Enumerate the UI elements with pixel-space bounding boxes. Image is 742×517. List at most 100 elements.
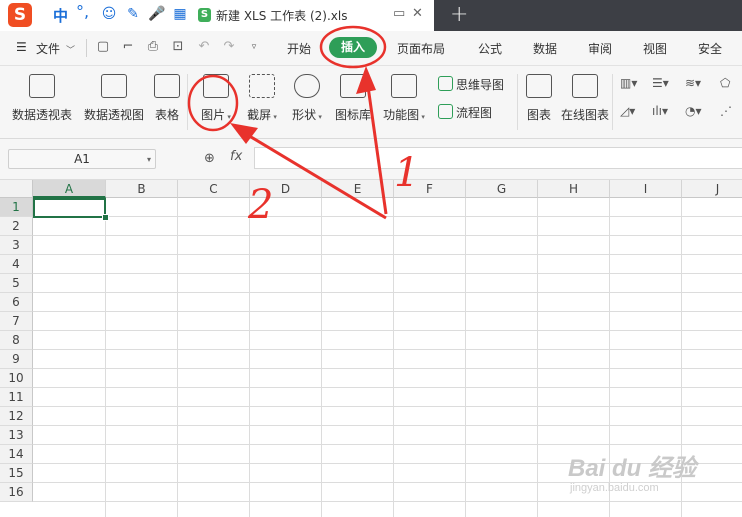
tab-data[interactable]: 数据 [533,40,557,57]
tab-formulas[interactable]: 公式 [478,40,502,57]
gridline-horizontal [33,273,742,274]
chart-button[interactable]: 图表 [524,74,554,134]
gridline-horizontal [33,444,742,445]
gridline-horizontal [33,292,742,293]
print-icon[interactable]: ⎙ [146,40,160,54]
document-tab[interactable]: S 新建 XLS 工作表 (2).xls ▭ ✕ [194,0,434,31]
gridline-horizontal [33,216,742,217]
row-header-2[interactable]: 2 [0,217,33,236]
format-painter-icon[interactable]: ⌐ [121,40,135,54]
fill-handle[interactable] [102,214,109,221]
row-header-15[interactable]: 15 [0,464,33,483]
gridline-vertical [249,198,250,517]
shape-icon [294,74,320,98]
row-header-5[interactable]: 5 [0,274,33,293]
column-chart-icon[interactable]: ▥▾ [620,76,637,90]
online-chart-icon [572,74,598,98]
tab-insert[interactable]: 插入 [329,37,377,58]
formula-bar: A1 ▾ ⊕ fx [0,139,742,180]
ribbon: 数据透视表 数据透视图 表格 图片 ▾ 截屏 ▾ 形状 ▾ 图标库 功能图 ▾ … [0,66,742,139]
screenshot-button[interactable]: 截屏 ▾ [242,74,282,134]
column-header-a[interactable]: A [33,180,106,198]
tab-security[interactable]: 安全 [698,40,722,57]
pie-chart-icon[interactable]: ◔▾ [685,104,702,118]
radar-chart-icon[interactable]: ⬠ [720,76,730,90]
insert-function-icon[interactable]: fx [230,149,242,164]
function-chart-icon [391,74,417,98]
row-header-8[interactable]: 8 [0,331,33,350]
ime-language-toggle[interactable]: 中 [53,5,68,26]
zoom-icon[interactable]: ⊕ [204,151,215,166]
save-icon[interactable]: ▢ [96,40,110,54]
flow-chart-button[interactable]: 流程图 [438,104,492,121]
column-header-g[interactable]: G [466,180,538,198]
gridline-horizontal [33,311,742,312]
select-all-corner[interactable] [0,180,33,198]
print-preview-icon[interactable]: ⊡ [171,40,185,54]
redo-icon[interactable]: ↷ [222,40,236,54]
name-box[interactable]: A1 ▾ [8,149,156,169]
pivot-chart-button[interactable]: 数据透视图 [82,74,146,134]
row-header-13[interactable]: 13 [0,426,33,445]
row-header-14[interactable]: 14 [0,445,33,464]
gridline-horizontal [33,368,742,369]
row-header-1[interactable]: 1 [0,198,33,217]
hamburger-icon[interactable]: ☰ [16,40,27,54]
pivot-table-button[interactable]: 数据透视表 [10,74,74,134]
tab-home[interactable]: 开始 [287,40,311,57]
sogou-logo-icon[interactable]: S [8,3,32,27]
gridline-vertical [177,198,178,517]
column-header-d[interactable]: D [250,180,322,198]
formula-input[interactable] [254,147,742,169]
column-header-i[interactable]: I [610,180,682,198]
column-header-b[interactable]: B [106,180,178,198]
function-chart-button[interactable]: 功能图 ▾ [380,74,428,134]
mind-map-button[interactable]: 思维导图 [438,76,504,93]
column-header-f[interactable]: F [394,180,466,198]
stock-chart-icon[interactable]: ılı▾ [652,104,668,118]
gridline-horizontal [33,254,742,255]
row-header-16[interactable]: 16 [0,483,33,502]
online-chart-button[interactable]: 在线图表 [560,74,610,134]
smiley-icon[interactable]: ☺ [101,6,117,22]
gridline-vertical [537,198,538,517]
column-header-j[interactable]: J [682,180,742,198]
bar-chart-h-icon[interactable]: ☰▾ [652,76,669,90]
gridline-horizontal [33,387,742,388]
ime-punctuation-toggle[interactable]: °, [76,2,89,21]
row-header-9[interactable]: 9 [0,350,33,369]
scatter-chart-icon[interactable]: ⋰ [720,104,732,118]
row-header-12[interactable]: 12 [0,407,33,426]
menu-file[interactable]: 文件 [36,40,60,57]
area-chart-icon[interactable]: ◿▾ [620,104,635,118]
monitor-icon[interactable]: ▭ [393,6,405,21]
row-header-10[interactable]: 10 [0,369,33,388]
pen-icon[interactable]: ✎ [125,6,141,22]
customize-toolbar-icon[interactable]: ▿ [247,40,261,54]
tab-page-layout[interactable]: 页面布局 [397,40,445,57]
picture-button[interactable]: 图片 ▾ [196,74,236,134]
line-chart-icon[interactable]: ≋▾ [685,76,701,90]
gridline-vertical [393,198,394,517]
tab-review[interactable]: 审阅 [588,40,612,57]
grid-icon[interactable]: ▦ [172,6,188,22]
row-header-6[interactable]: 6 [0,293,33,312]
active-cell[interactable] [33,198,106,218]
icon-library-button[interactable]: 图标库 [333,74,373,134]
shape-button[interactable]: 形状 ▾ [287,74,327,134]
tab-view[interactable]: 视图 [643,40,667,57]
column-header-e[interactable]: E [322,180,394,198]
row-header-3[interactable]: 3 [0,236,33,255]
row-header-4[interactable]: 4 [0,255,33,274]
row-header-7[interactable]: 7 [0,312,33,331]
close-icon[interactable]: ✕ [412,6,423,21]
undo-icon[interactable]: ↶ [197,40,211,54]
column-header-c[interactable]: C [178,180,250,198]
chevron-down-icon[interactable]: ▾ [147,150,151,169]
column-header-h[interactable]: H [538,180,610,198]
chevron-down-icon[interactable]: ﹀ [66,43,75,56]
mic-icon[interactable]: 🎤 [148,6,165,22]
new-tab-button[interactable]: + [450,2,468,27]
table-button[interactable]: 表格 [152,74,182,134]
row-header-11[interactable]: 11 [0,388,33,407]
